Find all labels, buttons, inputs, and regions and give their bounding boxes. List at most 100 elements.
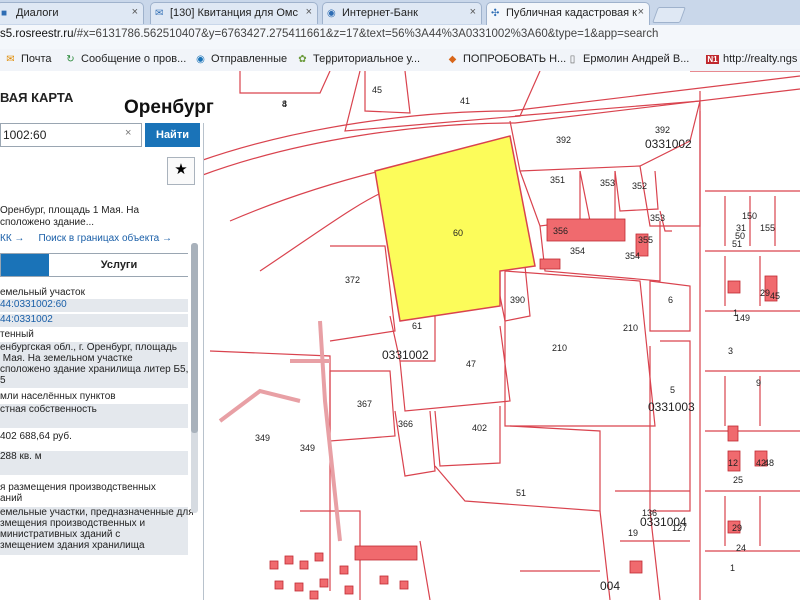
tab-label: [130] Квитанция для Омс xyxy=(170,7,298,19)
parcel-number-label: 45 xyxy=(372,85,382,95)
bookmark-label: ПОПРОБОВАТЬ Н... xyxy=(463,53,567,65)
parcel-number-label: 351 xyxy=(550,175,565,185)
parcel-number-label: 352 xyxy=(632,181,647,191)
parcel-number-label: 354 xyxy=(625,251,640,261)
cadastral-map[interactable]: 60 0331002 0331002 0331003 0331004 004 4 45 41 3… xyxy=(0,71,800,600)
close-icon[interactable]: × xyxy=(132,6,138,18)
search-input[interactable]: 1002:60 xyxy=(0,123,142,147)
parcel-number-label: 150 xyxy=(742,211,757,221)
bookmark-person[interactable]: ▯ Ермолин Андрей В... xyxy=(566,53,690,65)
find-button[interactable]: Найти xyxy=(145,123,200,147)
parcel-number-label: 3 xyxy=(728,346,733,356)
parcel-number-label: 29 xyxy=(760,288,770,298)
pizza-icon: ◆ xyxy=(448,54,457,65)
tab-strip: ■ Диалоги × ✉ [130] Квитанция для Омс × ◉ Инт… xyxy=(0,0,800,26)
close-icon[interactable]: × xyxy=(470,6,476,18)
clear-icon[interactable]: × xyxy=(125,127,131,139)
bank-icon: ◉ xyxy=(327,8,336,19)
bookmark-mail[interactable]: ✉ Почта xyxy=(4,53,51,65)
parcel-number-label: 367 xyxy=(357,399,372,409)
bookmark-label: http://realty.ngs xyxy=(723,53,798,65)
close-icon[interactable]: × xyxy=(306,6,312,18)
field-quarter[interactable]: 44:0331002 xyxy=(0,314,188,327)
tab-receipt[interactable]: ✉ [130] Квитанция для Омс × xyxy=(150,2,318,24)
tab-label: Публичная кадастровая к xyxy=(506,7,637,19)
quarter-label: 0331002 xyxy=(645,137,692,151)
parcel-number-label: 402 xyxy=(472,423,487,433)
bookmarks-bar: ✉ Почта ↻ Сообщение о пров... ◉ Отправленны… xyxy=(0,49,800,72)
parcel-number-label: 61 xyxy=(412,321,422,331)
parcel-number-label: 392 xyxy=(655,125,670,135)
bookmark-label: Ермолин Андрей В... xyxy=(583,53,690,65)
parcel-number-label: 392 xyxy=(556,135,571,145)
field-use-description: емельные участки, предназначенные для зм… xyxy=(0,507,194,555)
bookmark-realty[interactable]: N1 http://realty.ngs xyxy=(706,53,797,65)
tab-cadastral-map[interactable]: ✣ Публичная кадастровая к × xyxy=(486,2,650,25)
vk-icon: ■ xyxy=(1,8,8,19)
parcel-number-label: 19 xyxy=(628,528,638,538)
parcel-number-label: 45 xyxy=(770,291,780,301)
parcel-number-label: 29 xyxy=(732,523,742,533)
result-card: Оренбург, площадь 1 Мая. На сположено зд… xyxy=(0,195,196,600)
bookmark-territorial[interactable]: ✿ Территориальное у... xyxy=(296,53,420,65)
tab-dialogs[interactable]: ■ Диалоги × xyxy=(0,2,144,24)
bookmark-sent[interactable]: ◉ Отправленные xyxy=(194,53,287,65)
field-cadastral-value: 402 688,64 руб. xyxy=(0,431,72,442)
field-type: емельный участок xyxy=(0,287,85,298)
app-title: ВАЯ КАРТА xyxy=(0,90,74,105)
field-cadastral-number[interactable]: 44:0331002:60 xyxy=(0,299,188,312)
parcel-number-label: 48 xyxy=(764,458,774,468)
address-host: s5.rosreestr.ru xyxy=(0,28,74,40)
field-ownership: стная собственность xyxy=(0,404,188,428)
tab-internet-bank[interactable]: ◉ Интернет-Банк × xyxy=(322,2,482,24)
parcel-number-label: 353 xyxy=(650,213,665,223)
parcel-number-label: 5 xyxy=(670,385,675,395)
parcel-number-label: 155 xyxy=(760,223,775,233)
bookmark-label: Отправленные xyxy=(211,53,288,65)
quarter-label: 0331003 xyxy=(648,400,695,414)
map-icon: ✣ xyxy=(491,8,500,19)
person-icon: ▯ xyxy=(569,54,576,65)
field-status: тенный xyxy=(0,329,34,340)
scrollbar-thumb[interactable] xyxy=(191,243,198,433)
parcel-number-label: 355 xyxy=(638,235,653,245)
bookmark-page[interactable]: ▯ xyxy=(322,53,339,65)
globe-icon: ◉ xyxy=(196,54,205,65)
parcel-number-label: 12 xyxy=(728,458,738,468)
field-area: 288 кв. м xyxy=(0,451,188,475)
parcel-number-label: 210 xyxy=(623,323,638,333)
parcel-number-label: 353 xyxy=(600,178,615,188)
new-tab-button[interactable] xyxy=(652,7,686,23)
parcel-number-label: 210 xyxy=(552,343,567,353)
info-panel: 1002:60 × Найти ★ ◭ ★ ▪ Оренбург, площад… xyxy=(0,123,204,600)
close-icon[interactable]: × xyxy=(638,6,644,18)
link-search-in-bounds[interactable]: Поиск в границах объекта → xyxy=(38,233,172,244)
parcel-number-label: 8 xyxy=(282,99,287,109)
parcel-number-label: 9 xyxy=(756,378,761,388)
parcel-number-label: 390 xyxy=(510,295,525,305)
n1-icon: N1 xyxy=(706,55,719,64)
field-permitted-use: я размещения производственных аний xyxy=(0,482,156,504)
parcel-number-label: 372 xyxy=(345,275,360,285)
field-address: енбургская обл., г. Оренбург, площадь Ма… xyxy=(0,342,189,388)
parcel-number-label: 127 xyxy=(672,523,687,533)
search-value: 1002:60 xyxy=(3,128,47,142)
result-description-2: сположено здание... xyxy=(0,217,95,228)
tab-info[interactable] xyxy=(1,254,49,276)
mail-icon: ✉ xyxy=(155,8,164,19)
bookmark-report[interactable]: ↻ Сообщение о пров... xyxy=(64,53,186,65)
parcel-number-label: 349 xyxy=(300,443,315,453)
tab-services[interactable]: Услуги xyxy=(50,254,188,276)
refresh-icon: ✿ xyxy=(298,54,307,65)
link-kk[interactable]: КК → Поиск в границах объекта → xyxy=(0,233,188,244)
parcel-number-label: 366 xyxy=(398,419,413,429)
bookmark-try[interactable]: ◆ ПОПРОБОВАТЬ Н... xyxy=(446,53,567,65)
favorite-star-icon[interactable]: ★ xyxy=(167,157,195,185)
mail-icon: ✉ xyxy=(6,54,15,65)
panel-scrollbar[interactable] xyxy=(191,243,198,513)
address-bar[interactable]: s5.rosreestr.ru/#x=6131786.562510407&y=6… xyxy=(0,25,800,50)
address-path: /#x=6131786.562510407&y=6763427.27541166… xyxy=(73,28,659,40)
parcel-number-label: 25 xyxy=(733,475,743,485)
tab-label: Интернет-Банк xyxy=(342,7,418,19)
parcel-number-label: 149 xyxy=(735,313,750,323)
